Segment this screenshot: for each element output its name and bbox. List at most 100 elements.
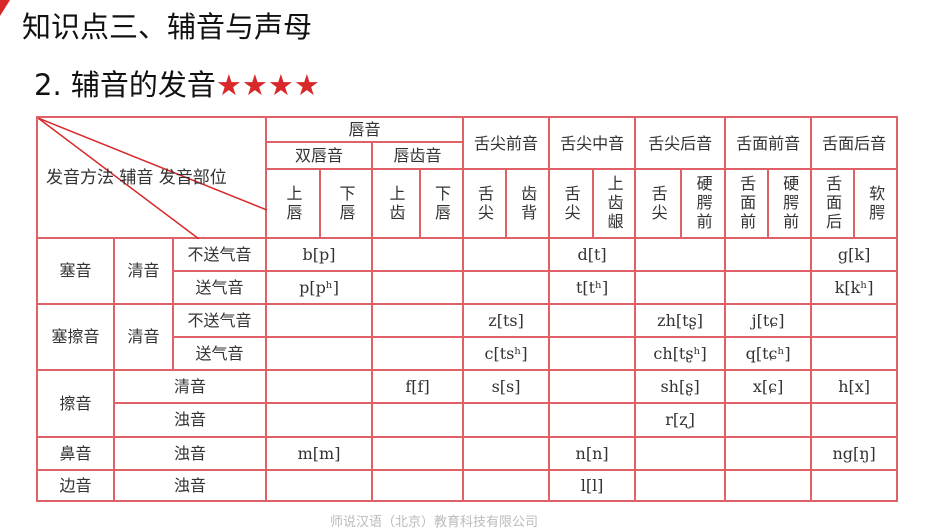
subcolumn-header: 舌面前 (724, 168, 770, 239)
consonant-cell (462, 270, 551, 305)
consonant-cell (810, 336, 899, 371)
aspiration-cell: 送气音 (171, 270, 268, 305)
consonant-cell (810, 402, 899, 438)
consonant-cell (371, 270, 465, 305)
consonant-cell: k[kʰ] (810, 270, 899, 305)
subcolumn-header: 上唇 (265, 168, 322, 239)
consonant-cell (810, 303, 899, 338)
consonant-cell (265, 469, 374, 502)
group-header: 唇音 (265, 116, 465, 143)
consonant-cell: x[ɕ] (724, 369, 813, 404)
consonant-cell (548, 303, 637, 338)
method-cell: 边音 (36, 469, 115, 502)
consonant-cell: zh[tʂ] (634, 303, 727, 338)
table-row: 边音 浊音 l[l] (36, 469, 899, 502)
section-title-text: 2. 辅音的发音 (34, 68, 216, 102)
aspiration-cell: 不送气音 (171, 237, 268, 272)
consonant-cell: ch[tʂʰ] (634, 336, 727, 371)
table-row: 擦音 清音 f[f] s[s] sh[ʂ] x[ɕ] h[x] (36, 369, 899, 438)
subcolumn-header: 下唇 (319, 168, 374, 239)
section-title: 2. 辅音的发音★★★★ (34, 62, 320, 104)
table-row: 塞擦音 清音 不送气音 z[ts] zh[tʂ] j[tɕ] (36, 303, 899, 371)
consonant-cell (265, 402, 374, 438)
table-row: 浊音 r[ʐ] (37, 402, 899, 438)
subcolumn-header: 硬腭前 (767, 168, 813, 239)
consonant-cell (265, 369, 374, 404)
consonant-cell: g[k] (810, 237, 899, 272)
consonant-cell: f[f] (371, 369, 465, 404)
subcolumn-header: 上齿龈 (592, 168, 637, 239)
consonant-cell (724, 270, 813, 305)
consonant-cell (548, 336, 637, 371)
consonant-cell (371, 303, 465, 338)
consonant-cell: m[m] (265, 436, 374, 471)
table-row: 鼻音 浊音 m[m] n[n] ng[ŋ] (36, 436, 899, 471)
subcolumn-header: 舌尖 (634, 168, 683, 239)
voicing-cell: 清音 (113, 237, 174, 305)
method-cell: 擦音 (36, 369, 115, 438)
consonant-cell: h[x] (810, 369, 899, 404)
voicing-cell: 清音 (113, 303, 174, 371)
consonant-cell: q[tɕʰ] (724, 336, 813, 371)
subcolumn-header: 齿背 (505, 168, 551, 239)
aspiration-cell: 送气音 (171, 336, 268, 371)
consonant-cell (548, 369, 637, 404)
consonant-cell (634, 436, 727, 471)
subcolumn-header: 舌尖 (462, 168, 508, 239)
voicing-cell: 清音 (112, 369, 268, 404)
consonant-cell (810, 469, 899, 502)
consonant-cell (462, 237, 551, 272)
consonant-cell: r[ʐ] (634, 402, 727, 438)
consonant-cell (548, 402, 637, 438)
consonant-cell: c[tsʰ] (462, 336, 551, 371)
voicing-cell: 浊音 (112, 469, 268, 502)
page-title: 知识点三、辅音与声母 (22, 10, 313, 44)
diagonal-header-cell: 发音方法 辅音 发音部位 (35, 116, 268, 239)
consonant-cell: s[s] (462, 369, 551, 404)
method-cell: 塞擦音 (36, 303, 115, 371)
method-cell: 鼻音 (36, 436, 115, 471)
subgroup-header: 唇齿音 (371, 141, 465, 170)
group-header: 舌尖后音 (634, 116, 727, 170)
consonant-cell (371, 469, 465, 502)
consonant-cell (724, 402, 813, 438)
consonant-cell: j[tɕ] (724, 303, 813, 338)
consonant-cell: z[ts] (462, 303, 551, 338)
rating-stars: ★★★★ (215, 68, 320, 102)
consonant-cell (265, 303, 374, 338)
consonant-cell (724, 469, 813, 502)
consonant-cell: l[l] (548, 469, 637, 502)
aspiration-cell: 不送气音 (171, 303, 268, 338)
consonant-cell (371, 436, 465, 471)
group-header: 舌尖中音 (548, 116, 637, 170)
consonant-cell (462, 469, 551, 502)
group-header: 舌面前音 (724, 116, 813, 170)
consonant-cell: sh[ʂ] (634, 369, 727, 404)
consonant-cell (634, 237, 727, 272)
subgroup-header: 双唇音 (265, 141, 374, 170)
group-header: 舌面后音 (810, 116, 899, 170)
consonant-cell (265, 336, 374, 371)
voicing-cell: 浊音 (112, 436, 268, 471)
consonant-cell: b[p] (265, 237, 374, 272)
subcolumn-header: 上齿 (371, 168, 422, 239)
consonant-cell (462, 436, 551, 471)
consonant-cell (371, 336, 465, 371)
consonant-cell: ng[ŋ] (810, 436, 899, 471)
subcolumn-header: 舌面后 (810, 168, 856, 239)
consonant-cell: n[n] (548, 436, 637, 471)
voicing-cell: 浊音 (112, 402, 268, 438)
consonant-cell (634, 469, 727, 502)
consonant-cell (371, 402, 465, 438)
consonant-cell (634, 270, 727, 305)
subcolumn-header: 下唇 (419, 168, 465, 239)
table-row: 塞音 清音 不送气音 b[p] d[t] g[k] (36, 237, 899, 305)
subcolumn-header: 硬腭前 (680, 168, 727, 239)
consonant-cell: t[tʰ] (548, 270, 637, 305)
subcolumn-header: 舌尖 (548, 168, 595, 239)
method-cell: 塞音 (36, 237, 115, 305)
diagonal-header-label: 发音方法 辅音 发音部位 (46, 168, 227, 188)
consonant-cell (371, 237, 465, 272)
footer-watermark: 师说汉语（北京）教育科技有限公司 (330, 515, 539, 530)
consonant-cell (724, 237, 813, 272)
